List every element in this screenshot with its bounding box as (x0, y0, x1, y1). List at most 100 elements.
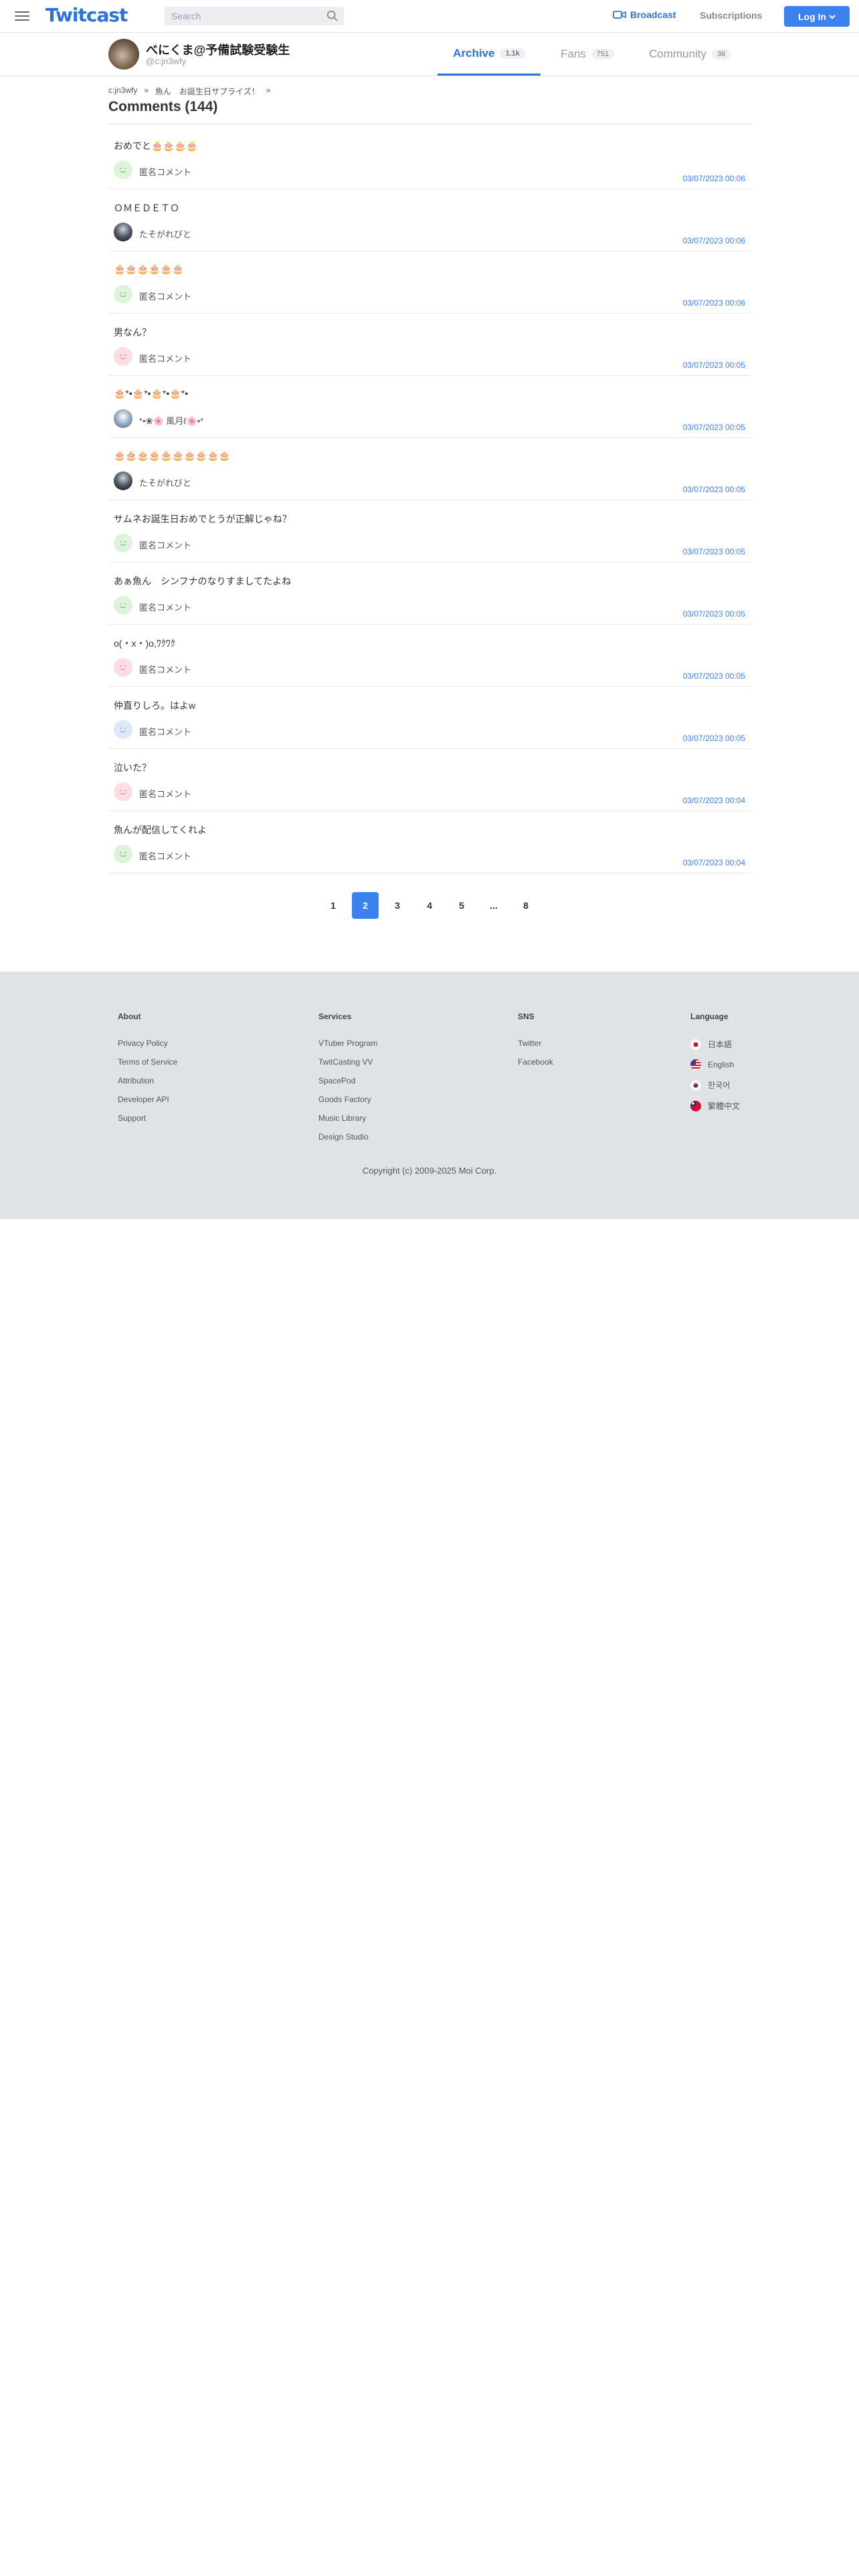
breadcrumb: c:jn3wfy » 魚ん お誕生日サプライズ！ » (108, 86, 270, 97)
anonymous-avatar[interactable] (114, 347, 132, 366)
anonymous-avatar[interactable] (114, 658, 132, 677)
comment-item: 男なん？ 匿名コメント 03/07/2023 00:05 (108, 314, 751, 376)
footer-services: Services VTuber Program TwitCasting VV S… (318, 1012, 377, 1151)
footer-sns: SNS Twitter Facebook (518, 1012, 553, 1076)
comment-item: ＯＭＥＤＥＴＯ たそがれびと 03/07/2023 00:06 (108, 189, 751, 251)
language-option-korean[interactable]: 한국어 (690, 1079, 740, 1091)
footer-link[interactable]: TwitCasting VV (318, 1057, 377, 1067)
breadcrumb-user-link[interactable]: c:jn3wfy (108, 86, 137, 97)
footer-link[interactable]: Privacy Policy (118, 1039, 177, 1048)
page-button-1[interactable]: 1 (320, 892, 347, 919)
page-title: Comments (144) (108, 99, 218, 114)
comment-username[interactable]: 匿名コメント (139, 290, 191, 302)
comment-text: 仲直りしろ。はよw (114, 700, 196, 711)
hamburger-menu-icon[interactable] (15, 9, 29, 23)
comment-item: 🎂*•🎂*•🎂*•🎂*• *•❀🌸 風月ℓ🌸•* 03/07/2023 00:0… (108, 376, 751, 438)
user-avatar[interactable] (114, 223, 132, 241)
footer-about: About Privacy Policy Terms of Service At… (118, 1012, 177, 1132)
tab-label: Community (649, 47, 706, 60)
anonymous-avatar[interactable] (114, 596, 132, 615)
comment-timestamp[interactable]: 03/07/2023 00:05 (683, 609, 745, 619)
smiley-face-icon (120, 728, 126, 733)
user-avatar[interactable] (114, 471, 132, 490)
login-label: Log In (798, 11, 826, 22)
footer-link[interactable]: Music Library (318, 1113, 377, 1123)
search-icon[interactable] (326, 10, 339, 22)
breadcrumb-movie-link[interactable]: 魚ん お誕生日サプライズ！ (155, 86, 260, 97)
subscriptions-link[interactable]: Subscriptions (700, 10, 762, 21)
anonymous-avatar[interactable] (114, 285, 132, 304)
anonymous-avatar[interactable] (114, 160, 132, 179)
comment-timestamp[interactable]: 03/07/2023 00:05 (683, 485, 745, 494)
comment-timestamp[interactable]: 03/07/2023 00:05 (683, 547, 745, 556)
comment-username[interactable]: 匿名コメント (139, 352, 191, 364)
comment-timestamp[interactable]: 03/07/2023 00:04 (683, 858, 745, 867)
anonymous-avatar[interactable] (114, 845, 132, 863)
footer-heading: About (118, 1012, 141, 1021)
smiley-face-icon (120, 603, 126, 609)
comment-timestamp[interactable]: 03/07/2023 00:04 (683, 796, 745, 805)
page-button-3[interactable]: 3 (384, 892, 411, 919)
anonymous-avatar[interactable] (114, 534, 132, 552)
broadcast-button[interactable]: Broadcast (613, 9, 676, 20)
comment-item: 泣いた？ 匿名コメント 03/07/2023 00:04 (108, 749, 751, 811)
comment-username[interactable]: たそがれびと (139, 476, 191, 489)
comment-username[interactable]: 匿名コメント (139, 165, 191, 178)
comment-username[interactable]: *•❀🌸 風月ℓ🌸•* (139, 414, 203, 427)
footer-link[interactable]: Design Studio (318, 1132, 377, 1142)
smiley-face-icon (120, 354, 126, 360)
count-badge: 36 (711, 49, 731, 60)
footer-link[interactable]: Support (118, 1113, 177, 1123)
tab-archive[interactable]: Archive 1.1k (438, 33, 541, 76)
pagination: 1 2 3 4 5 ... 8 (320, 892, 539, 919)
comment-username[interactable]: 匿名コメント (139, 538, 191, 551)
footer-link[interactable]: Attribution (118, 1076, 177, 1085)
language-option-english[interactable]: English (690, 1059, 740, 1070)
count-badge: 751 (591, 49, 615, 60)
anonymous-avatar[interactable] (114, 782, 132, 801)
footer-heading: Language (690, 1012, 729, 1021)
comment-timestamp[interactable]: 03/07/2023 00:05 (683, 360, 745, 370)
search-input[interactable] (165, 7, 344, 25)
comment-text: 魚んが配信してくれよ (114, 825, 207, 835)
comment-username[interactable]: 匿名コメント (139, 849, 191, 862)
footer-link-twitter[interactable]: Twitter (518, 1039, 553, 1048)
comment-username[interactable]: 匿名コメント (139, 787, 191, 800)
footer-link[interactable]: Developer API (118, 1095, 177, 1104)
comment-item: おめでと🎂🎂🎂🎂 匿名コメント 03/07/2023 00:06 (108, 127, 751, 189)
comment-timestamp[interactable]: 03/07/2023 00:05 (683, 734, 745, 743)
footer-link[interactable]: Terms of Service (118, 1057, 177, 1067)
comment-item: あぁ魚ん シンフナのなりすましてたよね 匿名コメント 03/07/2023 00… (108, 562, 751, 625)
comment-username[interactable]: 匿名コメント (139, 725, 191, 738)
user-avatar[interactable] (114, 409, 132, 428)
footer-link[interactable]: SpacePod (318, 1076, 377, 1085)
avatar[interactable] (108, 39, 139, 70)
comment-username[interactable]: 匿名コメント (139, 601, 191, 613)
comment-timestamp[interactable]: 03/07/2023 00:05 (683, 423, 745, 432)
comment-username[interactable]: 匿名コメント (139, 663, 191, 675)
page-button-4[interactable]: 4 (416, 892, 443, 919)
tab-fans[interactable]: Fans 751 (561, 33, 615, 76)
footer: About Privacy Policy Terms of Service At… (0, 972, 859, 1219)
login-button[interactable]: Log In (784, 6, 850, 27)
comment-item: サムネお誕生日おめでとうが正解じゃね？ 匿名コメント 03/07/2023 00… (108, 500, 751, 562)
anonymous-avatar[interactable] (114, 720, 132, 739)
comment-timestamp[interactable]: 03/07/2023 00:05 (683, 671, 745, 681)
profile-id: @c:jn3wfy (146, 56, 187, 66)
comment-timestamp[interactable]: 03/07/2023 00:06 (683, 174, 745, 183)
footer-link[interactable]: VTuber Program (318, 1039, 377, 1048)
language-option-japanese[interactable]: 日本語 (690, 1039, 740, 1050)
comment-timestamp[interactable]: 03/07/2023 00:06 (683, 298, 745, 308)
footer-link-facebook[interactable]: Facebook (518, 1057, 553, 1067)
tab-community[interactable]: Community 36 (649, 33, 731, 76)
comment-timestamp[interactable]: 03/07/2023 00:06 (683, 236, 745, 245)
footer-link[interactable]: Goods Factory (318, 1095, 377, 1104)
page-button-5[interactable]: 5 (448, 892, 475, 919)
twitcast-logo[interactable]: Twitcast (45, 4, 128, 26)
page-button-2-current[interactable]: 2 (352, 892, 379, 919)
page-button-8[interactable]: 8 (512, 892, 539, 919)
language-option-traditional-chinese[interactable]: 繁體中文 (690, 1100, 740, 1111)
comment-text: 泣いた？ (114, 762, 151, 773)
comment-username[interactable]: たそがれびと (139, 227, 191, 240)
korea-flag-icon (690, 1079, 701, 1091)
